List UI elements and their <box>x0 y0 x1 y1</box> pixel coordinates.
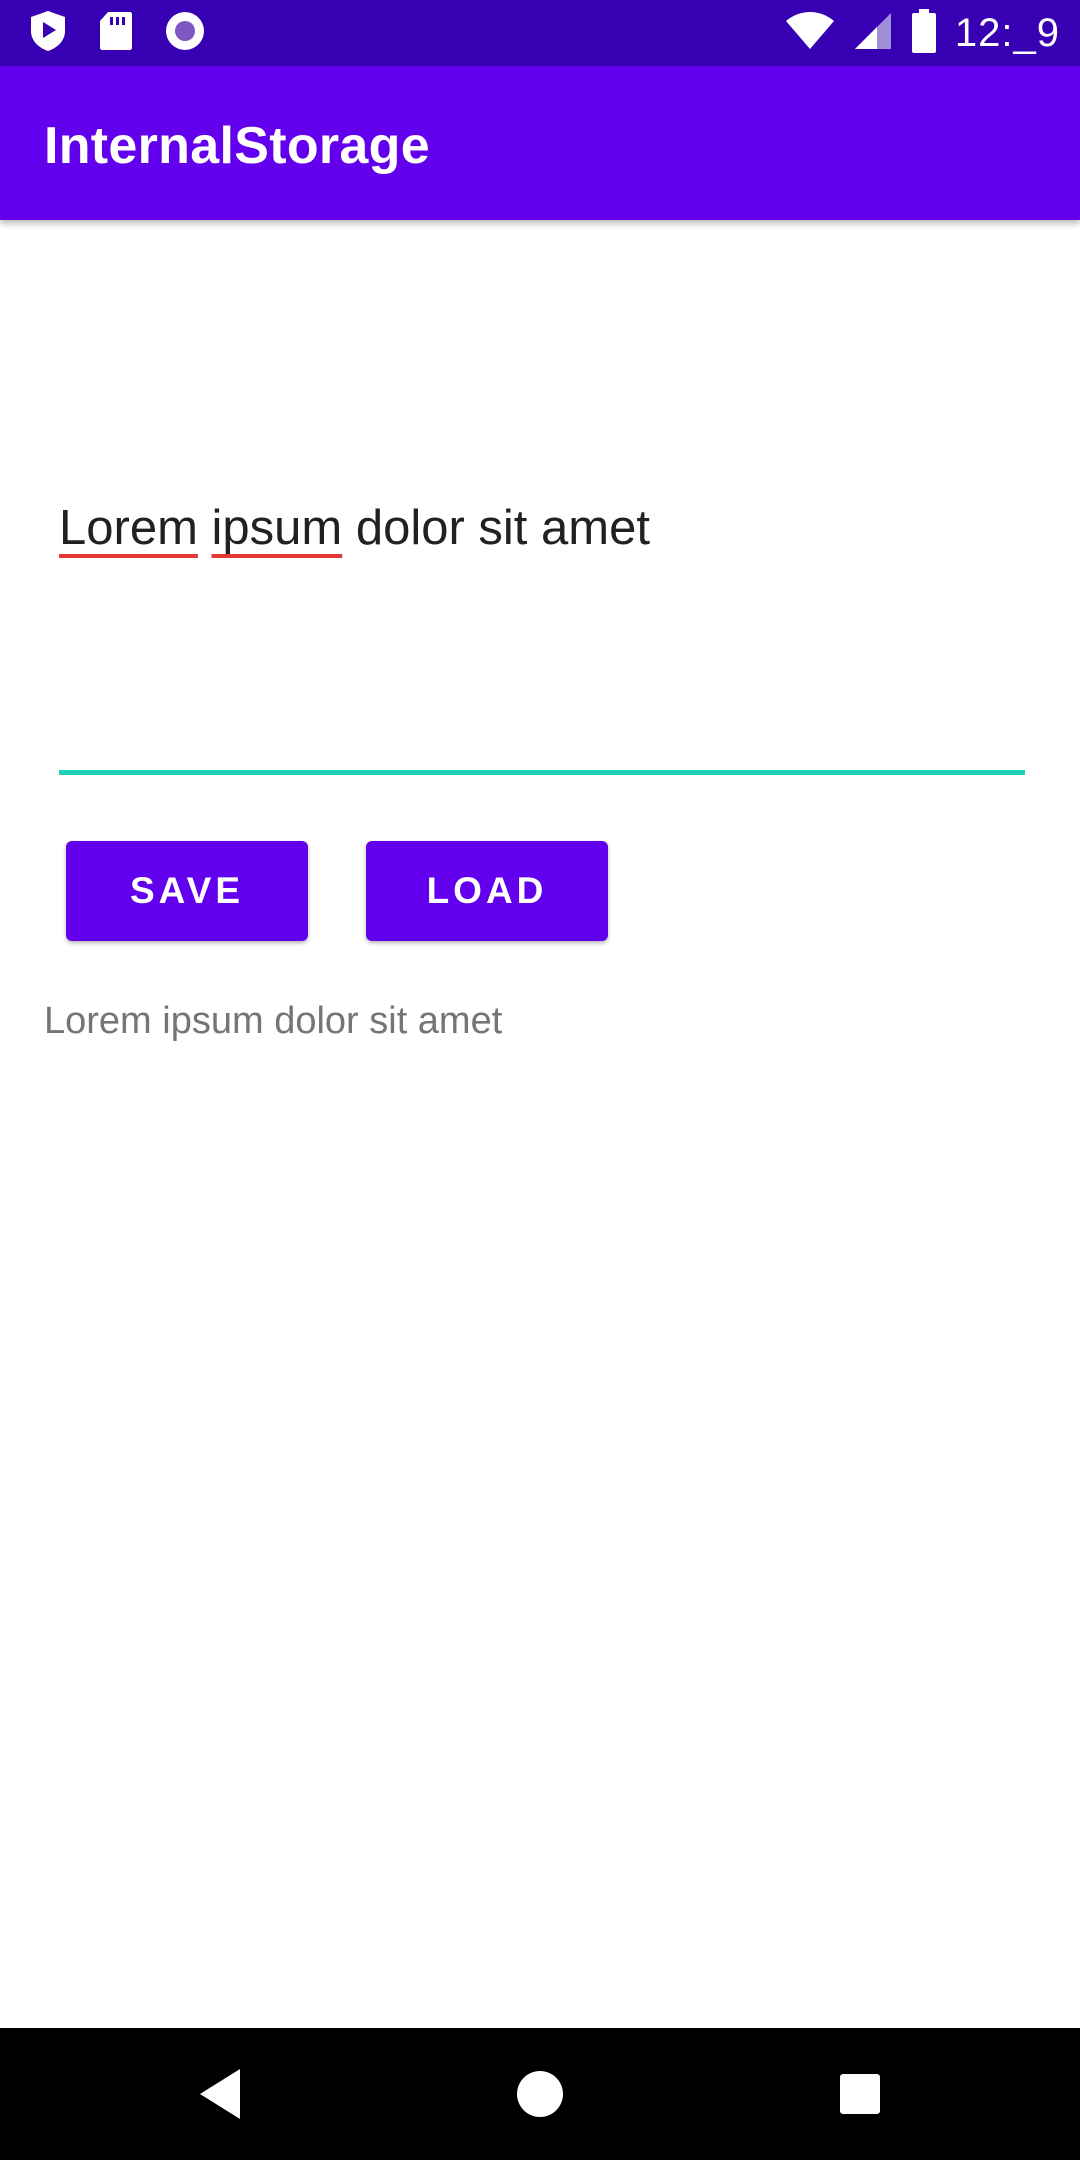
battery-icon <box>911 8 937 58</box>
navigation-bar <box>0 2028 1080 2160</box>
recents-icon[interactable] <box>830 2064 890 2124</box>
app-screen: 12:_9 InternalStorage Lorem ipsum dolor … <box>0 0 1080 2160</box>
save-button[interactable]: SAVE <box>66 841 308 941</box>
loaded-text-output: Lorem ipsum dolor sit amet <box>44 1000 503 1042</box>
sd-card-icon <box>98 10 134 57</box>
misspelled-word: ipsum <box>211 501 343 555</box>
load-button[interactable]: LOAD <box>366 841 608 941</box>
input-underline <box>59 770 1025 775</box>
misspelled-word: Lorem <box>59 501 198 555</box>
home-icon[interactable] <box>510 2064 570 2124</box>
text-input-value[interactable]: Lorem ipsum dolor sit amet <box>59 500 650 556</box>
status-time: 12:_9 <box>954 10 1060 55</box>
app-bar: InternalStorage <box>0 66 1080 220</box>
radio-dot-icon <box>164 10 206 57</box>
status-system: 12:_9 <box>785 6 1060 60</box>
cell-signal-icon <box>853 11 893 56</box>
status-notifications <box>28 10 206 56</box>
app-title: InternalStorage <box>44 117 430 175</box>
text-input-field[interactable]: Lorem ipsum dolor sit amet <box>59 480 1025 776</box>
back-icon[interactable] <box>190 2064 250 2124</box>
shield-icon <box>28 9 68 58</box>
input-text-rest: dolor sit amet <box>342 501 650 555</box>
status-bar: 12:_9 <box>0 0 1080 66</box>
wifi-icon <box>785 11 835 56</box>
